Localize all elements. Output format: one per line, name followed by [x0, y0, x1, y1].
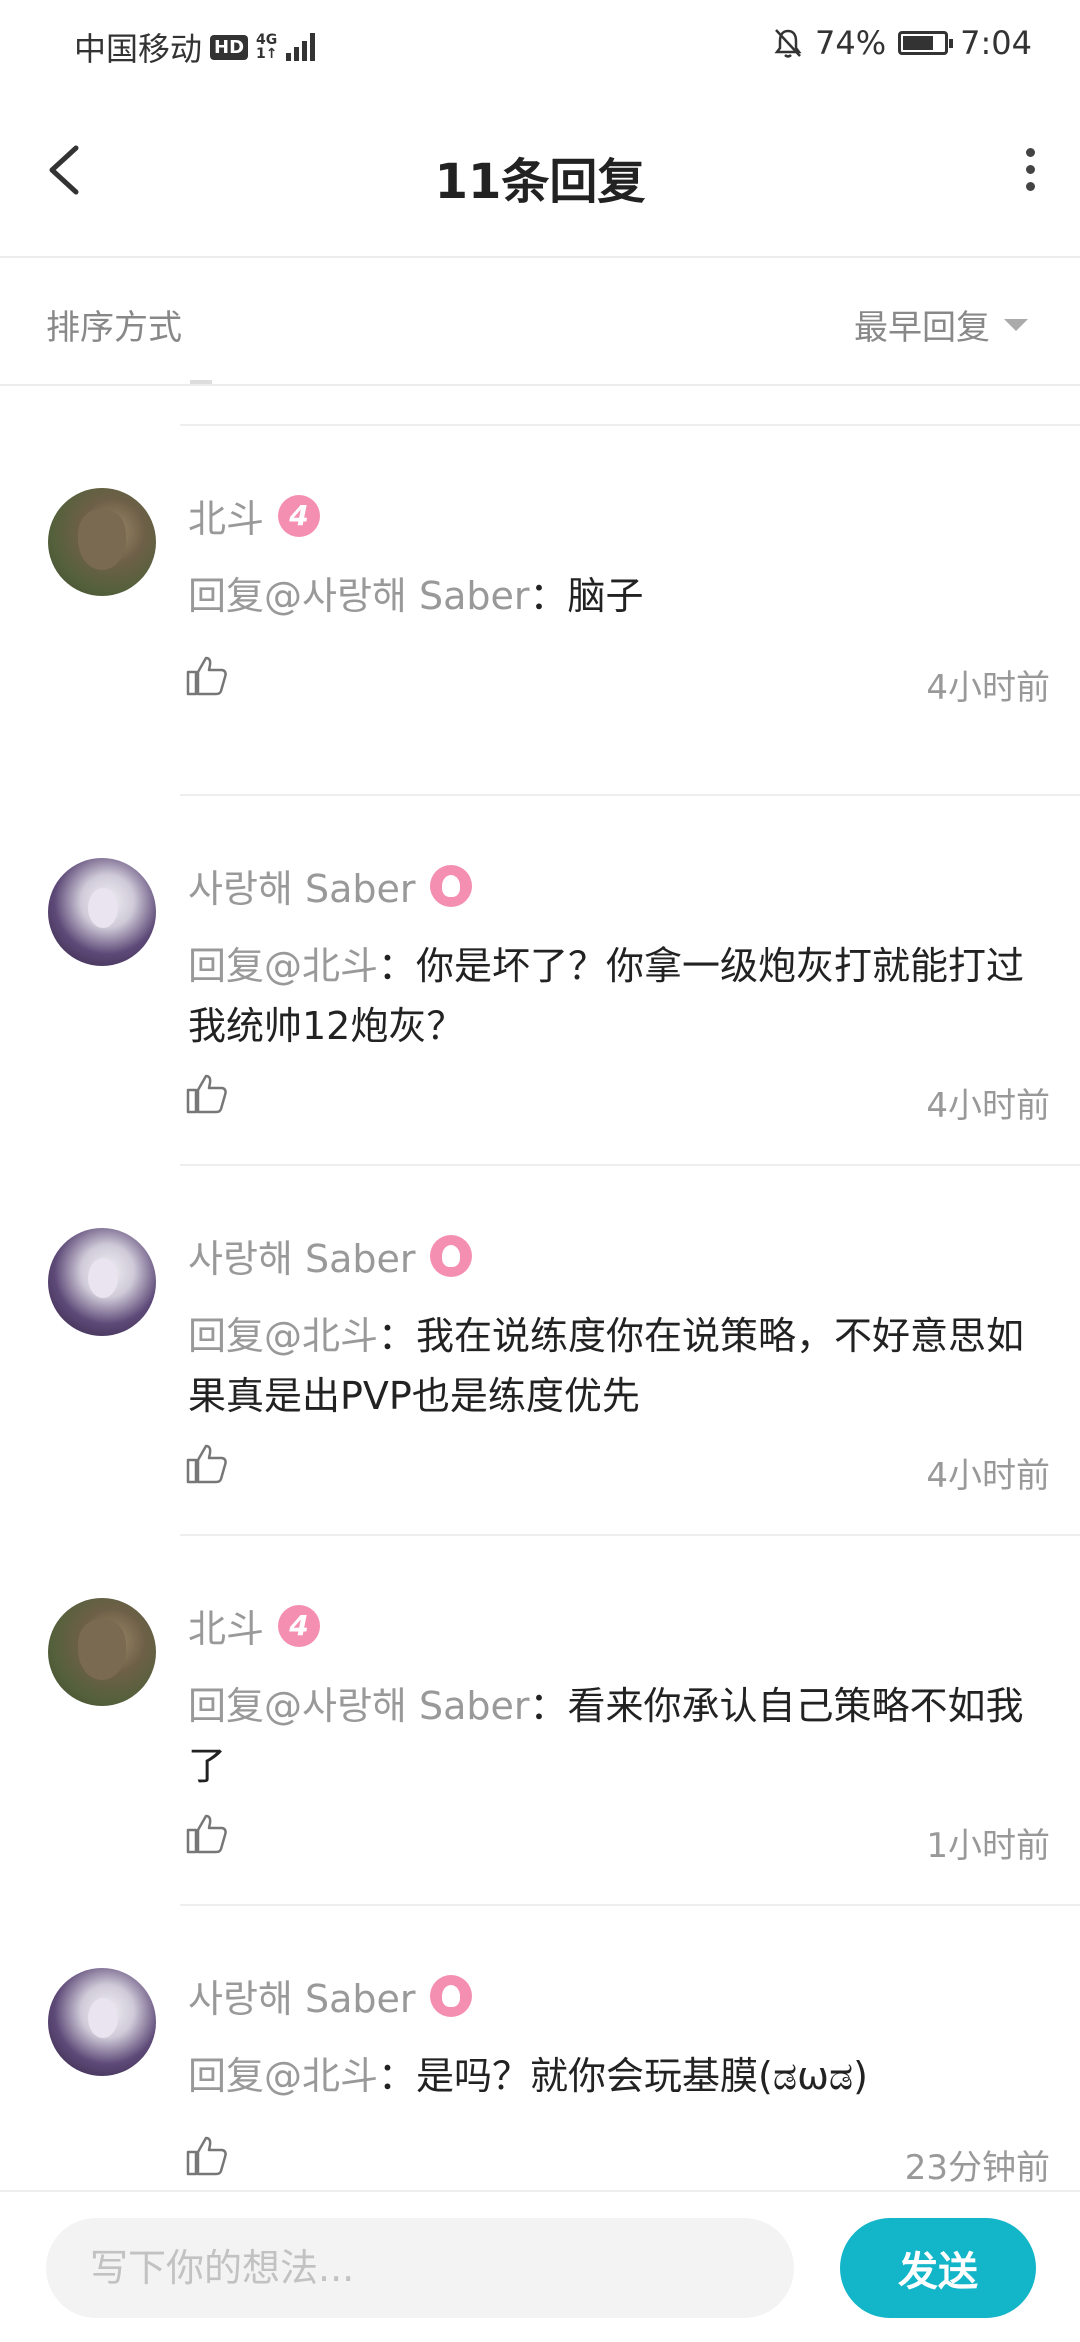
- comment-header: 北斗 4: [188, 488, 321, 543]
- reply-mention[interactable]: 回复@北斗: [188, 944, 378, 988]
- username[interactable]: 사랑해 Saber: [188, 858, 416, 913]
- sort-value: 最早回复: [854, 308, 990, 348]
- comment-text: 回复@北斗：我在说练度你在说策略，不好意思如果真是出PVP也是练度优先: [188, 1306, 1040, 1426]
- hd-badge: HD: [210, 34, 249, 60]
- timestamp: 1小时前: [926, 1826, 1050, 1866]
- bell-off-icon: [774, 29, 802, 58]
- level-badge: 4: [278, 494, 321, 537]
- sort-dropdown[interactable]: 最早回复: [854, 300, 1028, 349]
- timestamp: 4小时前: [926, 1456, 1050, 1496]
- sort-bar: 排序方式 最早回复: [0, 258, 1080, 386]
- thumbs-up-icon[interactable]: [184, 2132, 230, 2178]
- previous-item-fragment: [190, 380, 212, 384]
- comment-item: 사랑해 Saber 回复@北斗：是吗？就你会玩基膜(ಡωಡ) 23分钟前: [48, 1906, 1080, 2216]
- sort-label: 排序方式: [46, 308, 182, 348]
- comment-list: 北斗 4 回复@사랑해 Saber：脑子 4小时前 사랑해 Saber 回复@北…: [0, 426, 1080, 2216]
- clock: 7:04: [960, 24, 1032, 62]
- network-top: 4G: [256, 32, 278, 48]
- reply-mention[interactable]: 回复@사랑해 Saber: [188, 574, 530, 618]
- comment-body: 是吗？就你会玩基膜(ಡωಡ): [416, 2054, 868, 2098]
- reply-mention[interactable]: 回复@北斗: [188, 1314, 378, 1358]
- username[interactable]: 北斗: [188, 1598, 264, 1653]
- comment-item: 사랑해 Saber 回复@北斗：我在说练度你在说策略，不好意思如果真是出PVP也…: [48, 1166, 1080, 1536]
- timestamp: 23分钟前: [904, 2148, 1050, 2188]
- thumbs-up-icon[interactable]: [184, 1810, 230, 1856]
- timestamp: 4小时前: [926, 1086, 1050, 1126]
- avatar[interactable]: [48, 1228, 156, 1336]
- level-badge: 4: [278, 1604, 321, 1647]
- avatar[interactable]: [48, 1598, 156, 1706]
- composer-bar: 发送: [0, 2190, 1080, 2342]
- battery-percent: 74%: [815, 24, 887, 62]
- battery-icon: [898, 31, 954, 55]
- comment-header: 北斗 4: [188, 1598, 321, 1653]
- status-right: 74% 7:04: [773, 24, 1032, 62]
- comment-text: 回复@北斗：是吗？就你会玩基膜(ಡωಡ): [188, 2046, 1040, 2106]
- member-badge-icon: [429, 1974, 472, 2017]
- network-bottom: 1↑: [256, 46, 278, 62]
- comment-item: 北斗 4 回复@사랑해 Saber：看来你承认自己策略不如我了 1小时前: [48, 1536, 1080, 1906]
- separator: ：: [378, 944, 417, 988]
- comment-item: 사랑해 Saber 回复@北斗：你是坏了？你拿一级炮灰打就能打过我统帅12炮灰？…: [48, 796, 1080, 1166]
- carrier-label: 中国移动: [74, 30, 203, 68]
- separator: ：: [529, 1684, 568, 1728]
- avatar[interactable]: [48, 858, 156, 966]
- member-badge-icon: [429, 864, 472, 907]
- thumbs-up-icon[interactable]: [184, 652, 230, 698]
- nav-header: 11条回复: [0, 90, 1080, 258]
- status-bar: 中国移动 HD 4G 1↑ 74% 7:04: [0, 0, 1080, 90]
- comment-header: 사랑해 Saber: [188, 1228, 472, 1283]
- comment-header: 사랑해 Saber: [188, 1968, 472, 2023]
- status-left: 中国移动 HD 4G 1↑: [74, 24, 315, 70]
- member-badge-icon: [429, 1234, 472, 1277]
- signal-icon: [285, 33, 315, 61]
- comment-input[interactable]: [46, 2218, 794, 2318]
- page-title: 11条回复: [434, 154, 646, 210]
- separator: ：: [378, 2054, 417, 2098]
- timestamp: 4小时前: [926, 668, 1050, 708]
- send-button[interactable]: 发送: [840, 2218, 1036, 2318]
- more-options-icon[interactable]: [1020, 148, 1040, 198]
- comment-header: 사랑해 Saber: [188, 858, 472, 913]
- username[interactable]: 北斗: [188, 488, 264, 543]
- thumbs-up-icon[interactable]: [184, 1440, 230, 1486]
- thumbs-up-icon[interactable]: [184, 1070, 230, 1116]
- separator: ：: [378, 1314, 417, 1358]
- comment-body: 脑子: [567, 574, 644, 618]
- comment-text: 回复@사랑해 Saber：脑子: [188, 566, 1040, 626]
- network-type: 4G 1↑: [256, 33, 277, 61]
- avatar[interactable]: [48, 1968, 156, 2076]
- comment-text: 回复@北斗：你是坏了？你拿一级炮灰打就能打过我统帅12炮灰？: [188, 936, 1040, 1056]
- reply-mention[interactable]: 回复@사랑해 Saber: [188, 1684, 530, 1728]
- reply-mention[interactable]: 回复@北斗: [188, 2054, 378, 2098]
- caret-down-icon: [1004, 318, 1028, 331]
- comment-item: 北斗 4 回复@사랑해 Saber：脑子 4小时前: [48, 426, 1080, 796]
- username[interactable]: 사랑해 Saber: [188, 1968, 416, 2023]
- username[interactable]: 사랑해 Saber: [188, 1228, 416, 1283]
- comment-text: 回复@사랑해 Saber：看来你承认自己策略不如我了: [188, 1676, 1040, 1796]
- avatar[interactable]: [48, 488, 156, 596]
- separator: ：: [529, 574, 568, 618]
